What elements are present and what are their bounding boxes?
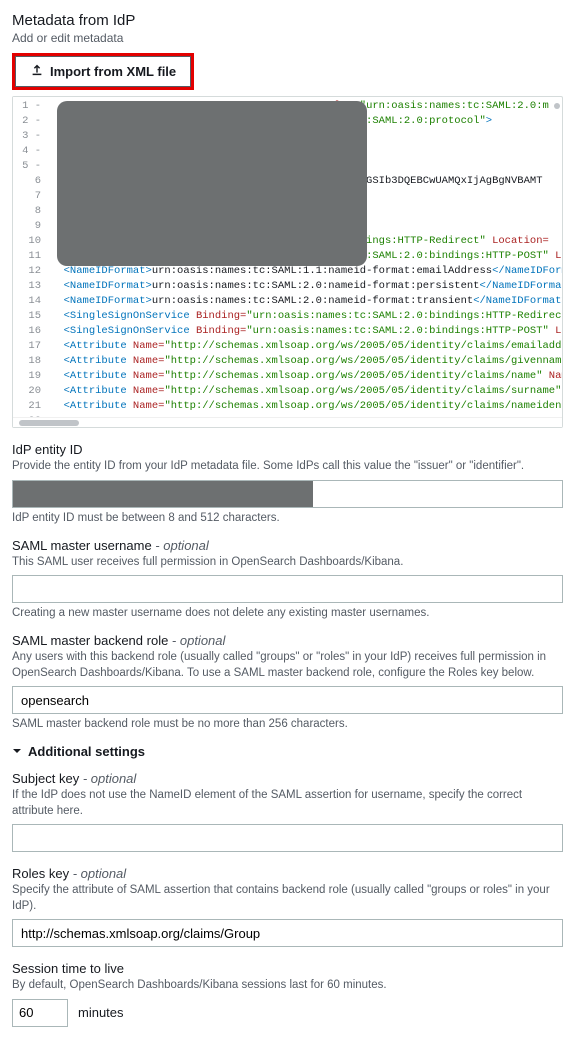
backend-role-input[interactable] bbox=[12, 686, 563, 714]
idp-entity-id-field: IdP entity ID Provide the entity ID from… bbox=[12, 442, 563, 524]
section-subtitle: Add or edit metadata bbox=[12, 31, 563, 45]
roles-key-field: Roles key - optional Specify the attribu… bbox=[12, 866, 563, 947]
subject-key-help: If the IdP does not use the NameID eleme… bbox=[12, 788, 563, 819]
optional-tag: - optional bbox=[168, 633, 225, 648]
session-ttl-units: minutes bbox=[78, 1005, 124, 1020]
master-username-input[interactable] bbox=[12, 575, 563, 603]
master-username-label: SAML master username bbox=[12, 538, 152, 553]
additional-settings-toggle[interactable]: Additional settings bbox=[12, 744, 563, 759]
subject-key-field: Subject key - optional If the IdP does n… bbox=[12, 771, 563, 852]
backend-role-field: SAML master backend role - optional Any … bbox=[12, 633, 563, 730]
import-xml-button[interactable]: Import from XML file bbox=[15, 56, 191, 87]
backend-role-help: Any users with this backend role (usuall… bbox=[12, 650, 563, 681]
idp-entity-id-label: IdP entity ID bbox=[12, 442, 563, 457]
upload-icon bbox=[30, 63, 44, 80]
optional-tag: - optional bbox=[152, 538, 209, 553]
roles-key-input[interactable] bbox=[12, 919, 563, 947]
master-username-help: This SAML user receives full permission … bbox=[12, 555, 563, 571]
subject-key-input[interactable] bbox=[12, 824, 563, 852]
import-button-label: Import from XML file bbox=[50, 64, 176, 79]
scrollbar-horizontal[interactable] bbox=[13, 417, 562, 427]
idp-entity-id-help: Provide the entity ID from your IdP meta… bbox=[12, 459, 563, 475]
subject-key-label: Subject key bbox=[12, 771, 79, 786]
idp-entity-id-below: IdP entity ID must be between 8 and 512 … bbox=[12, 512, 563, 524]
section-title: Metadata from IdP bbox=[12, 12, 563, 29]
optional-tag: - optional bbox=[69, 866, 126, 881]
session-ttl-input[interactable] bbox=[12, 999, 68, 1027]
redaction-bar bbox=[13, 481, 313, 507]
session-ttl-field: Session time to live By default, OpenSea… bbox=[12, 961, 563, 1027]
session-ttl-help: By default, OpenSearch Dashboards/Kibana… bbox=[12, 978, 563, 994]
additional-settings-label: Additional settings bbox=[28, 744, 145, 759]
code-gutter: 1 -2 -3 -4 -5 -6789101112131415161718192… bbox=[13, 97, 47, 417]
import-button-highlight: Import from XML file bbox=[12, 53, 194, 90]
xml-code-editor[interactable]: 1 -2 -3 -4 -5 -6789101112131415161718192… bbox=[12, 96, 563, 428]
roles-key-label: Roles key bbox=[12, 866, 69, 881]
chevron-down-icon bbox=[12, 744, 22, 759]
roles-key-help: Specify the attribute of SAML assertion … bbox=[12, 883, 563, 914]
metadata-section: Metadata from IdP Add or edit metadata I… bbox=[12, 12, 563, 1027]
backend-role-label: SAML master backend role bbox=[12, 633, 168, 648]
optional-tag: - optional bbox=[79, 771, 136, 786]
session-ttl-label: Session time to live bbox=[12, 961, 563, 976]
backend-role-below: SAML master backend role must be no more… bbox=[12, 718, 563, 730]
redaction-overlay bbox=[57, 101, 367, 266]
master-username-field: SAML master username - optional This SAM… bbox=[12, 538, 563, 620]
master-username-below: Creating a new master username does not … bbox=[12, 607, 563, 619]
